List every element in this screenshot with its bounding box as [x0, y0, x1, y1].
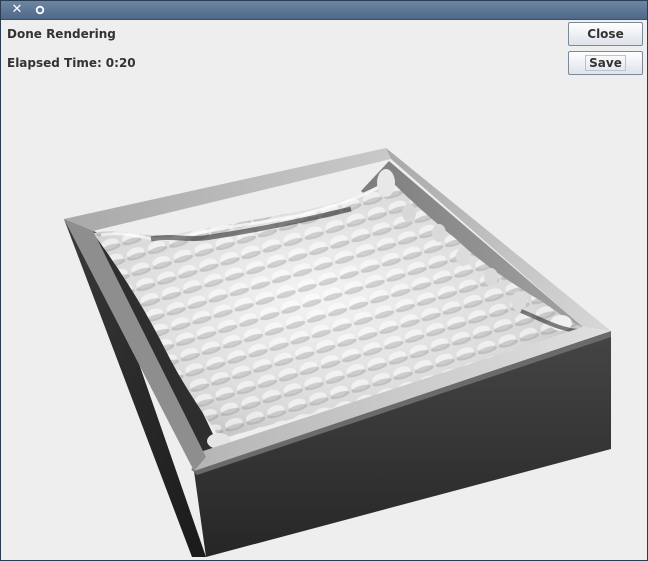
close-button[interactable]: Close [568, 22, 643, 46]
render-window: ✕ Done Rendering Elapsed Time: 0:20 Close… [0, 0, 648, 561]
elapsed-time-label: Elapsed Time: [7, 56, 102, 70]
save-button[interactable]: Save [568, 51, 643, 75]
title-bar: ✕ [1, 1, 647, 20]
close-icon[interactable]: ✕ [9, 3, 25, 17]
restore-icon[interactable] [32, 3, 48, 17]
render-viewport [64, 148, 611, 557]
close-button-label: Close [587, 27, 624, 41]
render-status-text: Done Rendering [7, 27, 116, 41]
save-button-label: Save [585, 55, 626, 71]
elapsed-time: Elapsed Time: 0:20 [7, 56, 136, 70]
elapsed-time-value: 0:20 [105, 56, 136, 70]
